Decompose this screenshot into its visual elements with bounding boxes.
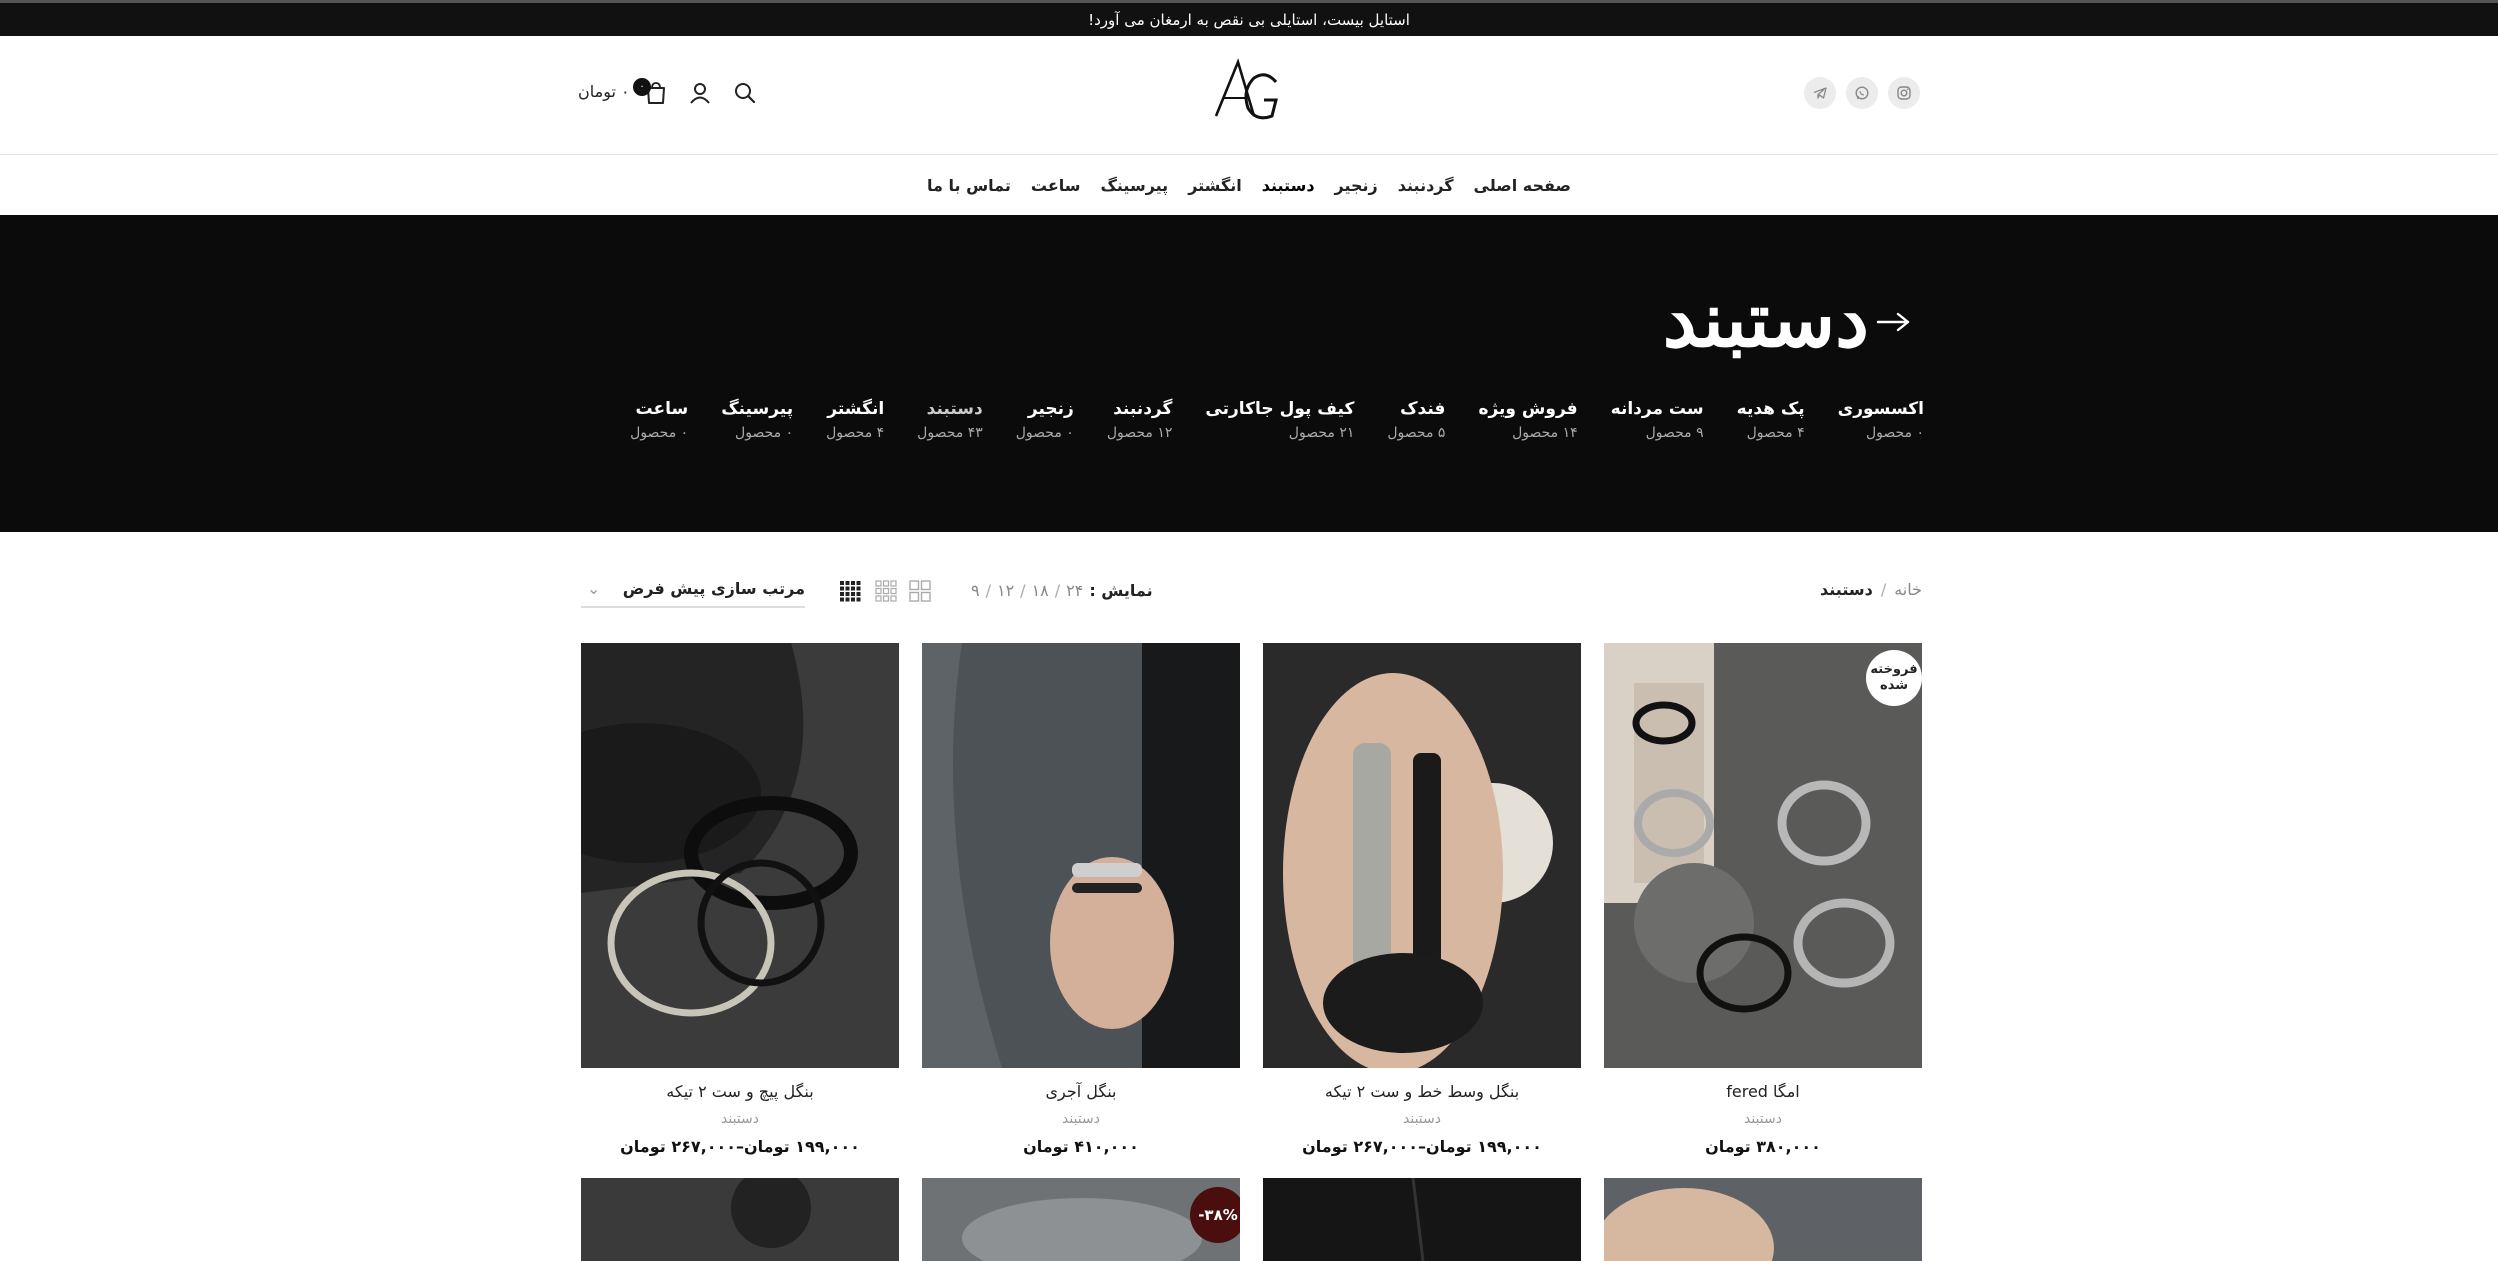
per-page-selector: نمایش :۹/۱۲/۱۸/۲۴ bbox=[971, 581, 1153, 600]
breadcrumb-current: دستبند bbox=[1820, 580, 1873, 599]
product-image[interactable] bbox=[581, 1178, 899, 1261]
nav-item-necklace[interactable]: گردنبند bbox=[1388, 176, 1464, 195]
announcement-text: استایل بیست، استایلی بی نقص به ارمغان می… bbox=[1088, 11, 1410, 29]
site-header: ۰ ۰ تومان bbox=[0, 36, 2498, 155]
category-hero: دستبند اکسسوری ۰ محصول پک هدیه ۴ محصول ست … bbox=[0, 215, 2498, 532]
category-item[interactable]: زنجیر ۰ محصول bbox=[1016, 399, 1074, 441]
product-category[interactable]: دستبند bbox=[1263, 1111, 1581, 1127]
product-category[interactable]: دستبند bbox=[581, 1111, 899, 1127]
announcement-bar: استایل بیست، استایلی بی نقص به ارمغان می… bbox=[0, 0, 2498, 36]
product-card[interactable]: بنگل وسط خط و ست ۲ تیکه دستبند ۱۹۹,۰۰۰ ت… bbox=[1263, 643, 1581, 1156]
per-page-option[interactable]: ۹ bbox=[971, 581, 980, 600]
page-title: دستبند bbox=[1662, 275, 1869, 364]
search-icon[interactable] bbox=[732, 80, 758, 106]
nav-item-chain[interactable]: زنجیر bbox=[1325, 176, 1388, 195]
cart-total[interactable]: ۰ تومان bbox=[578, 82, 630, 101]
main-nav: صفحه اصلی گردنبند زنجیر دستبند انگشتر پی… bbox=[0, 155, 2498, 215]
product-title[interactable]: بنگل پیچ و ست ۲ تیکه bbox=[581, 1082, 899, 1101]
grid-2-columns-icon[interactable] bbox=[909, 580, 931, 602]
whatsapp-icon[interactable] bbox=[1846, 77, 1878, 109]
product-image[interactable] bbox=[1263, 643, 1581, 1068]
arrow-right-icon[interactable] bbox=[1874, 310, 1914, 334]
breadcrumb-home[interactable]: خانه bbox=[1894, 580, 1922, 599]
product-image[interactable] bbox=[581, 643, 899, 1068]
nav-item-contact[interactable]: تماس با ما bbox=[917, 176, 1021, 195]
product-price: ۱۹۹,۰۰۰ تومان–۲۶۷,۰۰۰ تومان bbox=[1302, 1137, 1542, 1156]
nav-item-home[interactable]: صفحه اصلی bbox=[1464, 176, 1581, 195]
per-page-option[interactable]: ۲۴ bbox=[1066, 581, 1083, 600]
per-page-option[interactable]: ۱۸ bbox=[1032, 581, 1049, 600]
nav-item-watch[interactable]: ساعت bbox=[1021, 176, 1091, 195]
category-item[interactable]: ساعت ۰ محصول bbox=[630, 399, 688, 441]
product-image[interactable]: فروخته شده bbox=[1604, 643, 1922, 1068]
product-category[interactable]: دستبند bbox=[922, 1111, 1240, 1127]
discount-badge: -۳۸% bbox=[1190, 1187, 1240, 1243]
product-card[interactable]: بنگل پیچ و ست ۲ تیکه دستبند ۱۹۹,۰۰۰ توما… bbox=[581, 643, 899, 1156]
category-item[interactable]: انگشتر ۴ محصول bbox=[826, 399, 884, 441]
product-image[interactable]: -۳۸% bbox=[922, 1178, 1240, 1261]
product-price: ۴۱۰,۰۰۰ تومان bbox=[1023, 1137, 1139, 1156]
breadcrumb: خانه/دستبند bbox=[1820, 580, 1922, 599]
product-price: ۱۹۹,۰۰۰ تومان–۲۶۷,۰۰۰ تومان bbox=[620, 1137, 860, 1156]
product-image[interactable] bbox=[1604, 1178, 1922, 1261]
product-title[interactable]: بنگل آجری bbox=[922, 1082, 1240, 1101]
instagram-icon[interactable] bbox=[1888, 77, 1920, 109]
category-item[interactable]: گردنبند ۱۲ محصول bbox=[1107, 399, 1173, 441]
nav-item-piercing[interactable]: پیرسینگ bbox=[1091, 176, 1179, 195]
category-item[interactable]: پیرسینگ ۰ محصول bbox=[721, 399, 793, 441]
sold-out-badge: فروخته شده bbox=[1866, 650, 1922, 706]
cart-count-badge: ۰ bbox=[633, 78, 651, 96]
category-item[interactable]: ست مردانه ۹ محصول bbox=[1611, 399, 1704, 441]
nav-item-ring[interactable]: انگشتر bbox=[1178, 176, 1252, 195]
category-list: اکسسوری ۰ محصول پک هدیه ۴ محصول ست مردانه ۹… bbox=[597, 399, 1924, 441]
product-category[interactable]: دستبند bbox=[1604, 1111, 1922, 1127]
product-title[interactable]: بنگل وسط خط و ست ۲ تیکه bbox=[1263, 1082, 1581, 1101]
category-item[interactable]: اکسسوری ۰ محصول bbox=[1838, 399, 1924, 441]
product-card[interactable]: فروخته شده امگا fered دستبند ۳۸۰,۰۰۰ توم… bbox=[1604, 643, 1922, 1156]
telegram-icon[interactable] bbox=[1804, 77, 1836, 109]
category-item[interactable]: دستبند ۴۳ محصول bbox=[917, 399, 983, 441]
category-item[interactable]: کیف پول جاکارتی ۲۱ محصول bbox=[1205, 399, 1354, 441]
category-item[interactable]: پک هدیه ۴ محصول bbox=[1737, 399, 1805, 441]
per-page-option[interactable]: ۱۲ bbox=[997, 581, 1014, 600]
product-title[interactable]: امگا fered bbox=[1604, 1082, 1922, 1101]
product-card[interactable]: بنگل آجری دستبند ۴۱۰,۰۰۰ تومان bbox=[922, 643, 1240, 1156]
sort-select[interactable]: مرتب سازی پیش فرض ⌄ bbox=[581, 570, 805, 608]
nav-item-bracelet[interactable]: دستبند bbox=[1252, 176, 1325, 195]
grid-3-columns-icon[interactable] bbox=[875, 580, 897, 602]
site-logo[interactable] bbox=[1208, 56, 1292, 126]
account-icon[interactable] bbox=[687, 80, 713, 106]
product-price: ۳۸۰,۰۰۰ تومان bbox=[1705, 1137, 1821, 1156]
chevron-down-icon: ⌄ bbox=[587, 579, 601, 598]
product-image[interactable] bbox=[922, 643, 1240, 1068]
product-image[interactable] bbox=[1263, 1178, 1581, 1261]
category-item[interactable]: فروش ویژه ۱۴ محصول bbox=[1478, 399, 1577, 441]
category-item[interactable]: فندک ۵ محصول bbox=[1387, 399, 1445, 441]
grid-4-columns-icon[interactable] bbox=[839, 580, 861, 602]
